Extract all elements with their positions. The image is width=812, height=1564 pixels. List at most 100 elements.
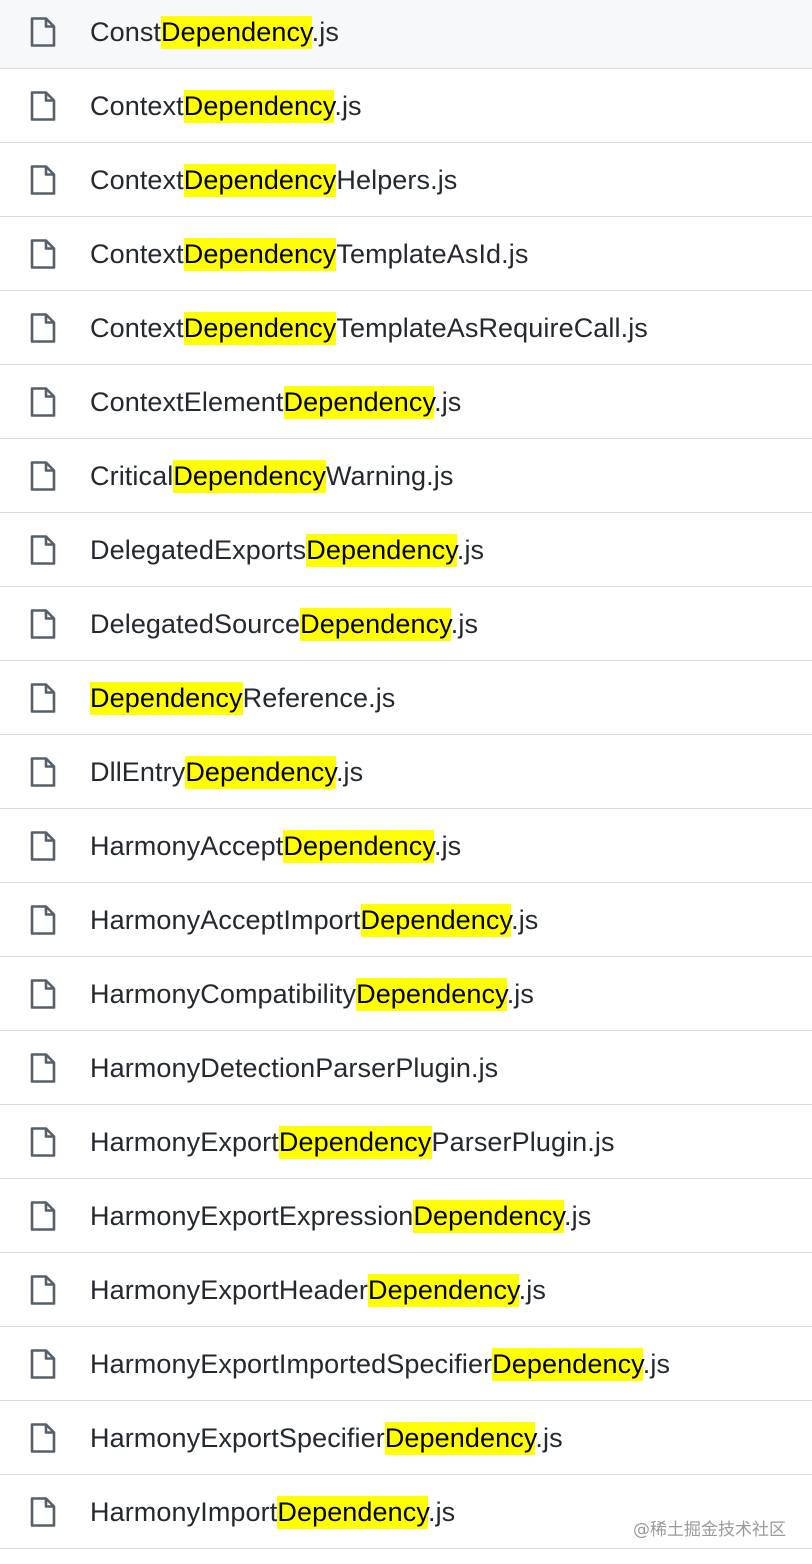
file-row[interactable]: HarmonyExportSpecifierDependency.js (0, 1401, 812, 1475)
file-name-link[interactable]: HarmonyExportDependencyParserPlugin.js (90, 1125, 615, 1159)
search-highlight: Dependency (384, 1422, 536, 1455)
file-name-link[interactable]: ContextElementDependency.js (90, 385, 461, 419)
file-row[interactable]: DependencyReference.js (0, 661, 812, 735)
file-name-prefix: HarmonyAccept (90, 831, 284, 861)
file-name-suffix: ParserPlugin.js (431, 1127, 615, 1157)
file-name-suffix: .js (450, 609, 479, 639)
file-name-link[interactable]: ContextDependency.js (90, 89, 362, 123)
file-name-prefix: HarmonyAcceptImport (90, 905, 361, 935)
file-name-link[interactable]: HarmonyDetectionParserPlugin.js (90, 1051, 498, 1085)
file-icon (29, 1348, 57, 1380)
file-icon (29, 1126, 57, 1158)
file-icon (29, 312, 57, 344)
file-name-suffix: Helpers.js (336, 165, 458, 195)
search-highlight: Dependency (278, 1126, 432, 1159)
file-icon (29, 238, 57, 270)
file-name-suffix: TemplateAsId.js (336, 239, 529, 269)
file-row[interactable]: ContextDependencyTemplateAsId.js (0, 217, 812, 291)
file-row[interactable]: HarmonyDetectionParserPlugin.js (0, 1031, 812, 1105)
file-row[interactable]: HarmonyExportDependencyParserPlugin.js (0, 1105, 812, 1179)
file-row[interactable]: HarmonyExportImportedSpecifierDependency… (0, 1327, 812, 1401)
file-name-suffix: .js (334, 91, 362, 121)
file-icon (29, 682, 57, 714)
search-highlight: Dependency (300, 608, 451, 641)
file-name-prefix: HarmonyExportSpecifier (90, 1423, 385, 1453)
file-name-prefix: HarmonyExportHeader (90, 1275, 369, 1305)
file-name-suffix: Reference.js (242, 683, 396, 713)
file-name-link[interactable]: CriticalDependencyWarning.js (90, 459, 453, 493)
file-list: ConstDependency.js ContextDependency.js Co… (0, 0, 812, 1564)
file-row[interactable]: CriticalDependencyWarning.js (0, 439, 812, 513)
search-highlight: Dependency (368, 1274, 519, 1307)
file-name-suffix: .js (511, 905, 539, 935)
file-row[interactable]: ContextDependencyHelpers.js (0, 143, 812, 217)
search-highlight: Dependency (360, 904, 512, 937)
search-highlight: Dependency (161, 16, 312, 49)
file-name-link[interactable]: ContextDependencyTemplateAsId.js (90, 237, 528, 271)
file-name-suffix: .js (427, 1497, 456, 1527)
file-row[interactable]: DelegatedExportsDependency.js (0, 513, 812, 587)
file-row[interactable]: ContextElementDependency.js (0, 365, 812, 439)
file-name-suffix: .js (311, 17, 339, 47)
file-icon (29, 830, 57, 862)
file-row[interactable]: HarmonyAcceptImportDependency.js (0, 883, 812, 957)
file-name-link[interactable]: HarmonyCompatibilityDependency.js (90, 977, 534, 1011)
file-name-link[interactable]: HarmonyImportDependency.js (90, 1495, 455, 1529)
file-name-link[interactable]: DependencyReference.js (90, 681, 395, 715)
file-name-link[interactable]: HarmonyExportSpecifierDependency.js (90, 1421, 563, 1455)
file-icon (29, 1422, 57, 1454)
file-row[interactable]: ContextDependencyTemplateAsRequireCall.j… (0, 291, 812, 365)
file-icon (29, 904, 57, 936)
file-icon (29, 90, 57, 122)
file-row[interactable]: HarmonyExportExpressionDependency.js (0, 1179, 812, 1253)
file-name-link[interactable]: HarmonyExportExpressionDependency.js (90, 1199, 591, 1233)
search-highlight: Dependency (356, 978, 507, 1011)
file-name-prefix: DelegatedExports (90, 535, 307, 565)
file-row[interactable]: HarmonyExportHeaderDependency.js (0, 1253, 812, 1327)
file-name-link[interactable]: HarmonyAcceptImportDependency.js (90, 903, 538, 937)
file-name-prefix: Context (90, 239, 184, 269)
file-name-link[interactable]: DelegatedSourceDependency.js (90, 607, 478, 641)
search-highlight: Dependency (183, 312, 337, 345)
watermark: @稀土掘金技术社区 (633, 1520, 786, 1540)
file-name-link[interactable]: HarmonyExportHeaderDependency.js (90, 1273, 546, 1307)
file-name-suffix: .js (433, 831, 462, 861)
file-row[interactable]: HarmonyAcceptDependency.js (0, 809, 812, 883)
file-name-link[interactable]: DelegatedExportsDependency.js (90, 533, 484, 567)
file-name-suffix: Warning.js (325, 461, 454, 491)
search-highlight: Dependency (283, 830, 434, 863)
file-name-link[interactable]: DllEntryDependency.js (90, 755, 363, 789)
search-highlight: Dependency (277, 1496, 428, 1529)
file-name-suffix: .js (456, 535, 485, 565)
file-row[interactable]: ConstDependency.js (0, 0, 812, 69)
file-icon (29, 386, 57, 418)
search-highlight: Dependency (492, 1348, 643, 1381)
file-name-link[interactable]: ContextDependencyTemplateAsRequireCall.j… (90, 311, 648, 345)
file-name-prefix: Context (90, 313, 184, 343)
file-icon (29, 978, 57, 1010)
file-row[interactable]: DelegatedSourceDependency.js (0, 587, 812, 661)
file-icon (29, 608, 57, 640)
search-highlight: Dependency (173, 460, 326, 493)
file-name-prefix: HarmonyDetectionParserPlugin.js (90, 1053, 499, 1083)
file-name-suffix: .js (642, 1349, 671, 1379)
search-highlight: Dependency (185, 756, 336, 789)
file-name-link[interactable]: ConstDependency.js (90, 15, 339, 49)
file-name-prefix: DelegatedSource (90, 609, 301, 639)
file-row[interactable]: ContextDependency.js (0, 69, 812, 143)
file-name-link[interactable]: HarmonyExportImportedSpecifierDependency… (90, 1347, 670, 1381)
file-name-suffix: .js (518, 1275, 546, 1305)
file-row[interactable]: HarmonyCompatibilityDependency.js (0, 957, 812, 1031)
file-name-suffix: .js (335, 757, 364, 787)
file-name-suffix: .js (434, 387, 462, 417)
file-name-link[interactable]: ContextDependencyHelpers.js (90, 163, 457, 197)
file-name-link[interactable]: HarmonyAcceptDependency.js (90, 829, 461, 863)
search-highlight: Dependency (183, 238, 337, 271)
file-name-prefix: HarmonyImport (90, 1497, 278, 1527)
search-highlight: Dependency (183, 164, 337, 197)
file-row[interactable]: DllEntryDependency.js (0, 735, 812, 809)
file-icon (29, 460, 57, 492)
search-highlight: Dependency (90, 682, 243, 715)
file-name-prefix: Critical (90, 461, 174, 491)
search-highlight: Dependency (306, 534, 457, 567)
